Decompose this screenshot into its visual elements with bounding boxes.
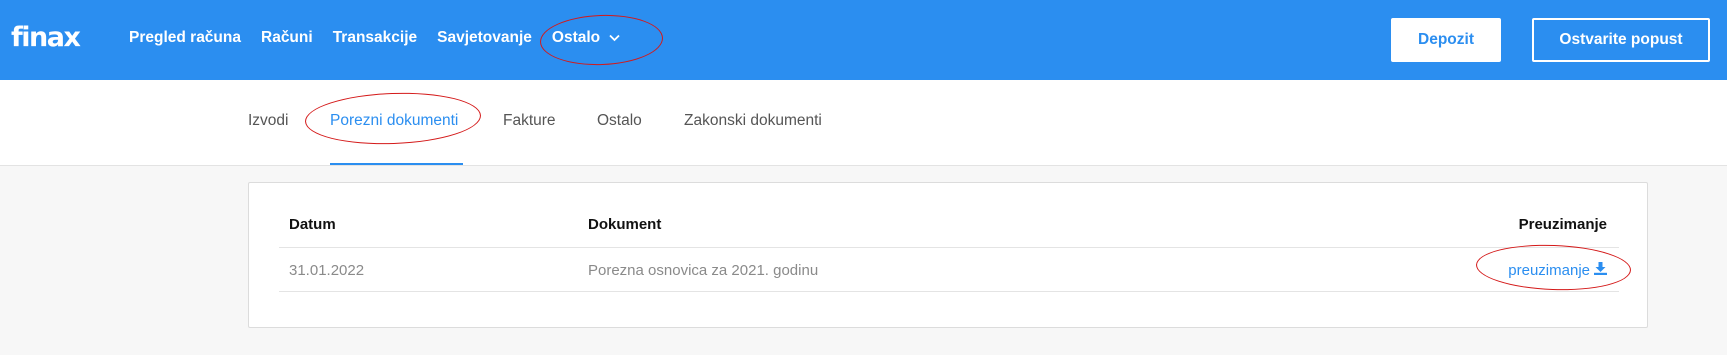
main-nav: Pregled računa Računi Transakcije Savjet… <box>129 29 640 47</box>
row-date: 31.01.2022 <box>289 262 365 279</box>
tab-fakture[interactable]: Fakture <box>503 112 556 130</box>
tab-porezni-dokumenti[interactable]: Porezni dokumenti <box>330 112 458 130</box>
header-divider <box>279 247 1619 248</box>
documents-table-card: Datum Dokument Preuzimanje 31.01.2022 Po… <box>248 182 1648 328</box>
column-header-download: Preuzimanje <box>1518 216 1607 233</box>
get-discount-button[interactable]: Ostvarite popust <box>1532 18 1710 62</box>
nav-item-savjetovanje[interactable]: Savjetovanje <box>437 29 532 47</box>
nav-item-transakcije[interactable]: Transakcije <box>333 29 417 47</box>
tab-izvodi[interactable]: Izvodi <box>248 112 289 130</box>
tab-zakonski-dokumenti[interactable]: Zakonski dokumenti <box>684 112 822 130</box>
download-link[interactable]: preuzimanje <box>1508 262 1607 279</box>
active-tab-indicator <box>330 163 463 165</box>
nav-item-racuni[interactable]: Računi <box>261 29 313 47</box>
column-header-document: Dokument <box>588 216 662 233</box>
row-divider <box>279 291 1619 292</box>
document-tabs-bar: Izvodi Porezni dokumenti Fakture Ostalo … <box>0 80 1727 166</box>
column-header-date: Datum <box>289 216 336 233</box>
download-icon <box>1594 262 1607 279</box>
top-navigation-bar: finax Pregled računa Računi Transakcije … <box>0 0 1727 80</box>
nav-item-ostalo-label: Ostalo <box>551 29 601 46</box>
chevron-down-icon <box>609 29 620 47</box>
nav-item-ostalo-dropdown[interactable]: Ostalo <box>552 29 620 47</box>
tab-ostalo[interactable]: Ostalo <box>597 112 642 130</box>
finax-logo[interactable]: finax <box>11 22 81 53</box>
download-link-label: preuzimanje <box>1508 262 1590 279</box>
row-document-name: Porezna osnovica za 2021. godinu <box>588 262 819 279</box>
deposit-button[interactable]: Depozit <box>1391 18 1501 62</box>
nav-item-pregled-racuna[interactable]: Pregled računa <box>129 29 241 47</box>
